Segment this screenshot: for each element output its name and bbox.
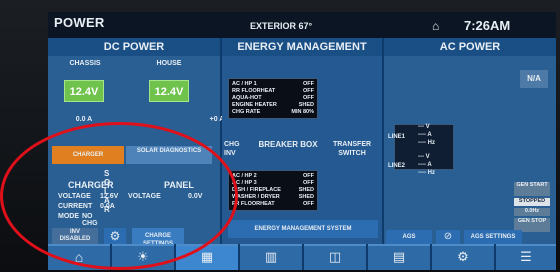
line1-label: LINE1 [388, 134, 406, 140]
line1-hz: ---- Hz [418, 140, 435, 146]
ags-button[interactable]: AGS [386, 230, 432, 244]
dc-power-heading: DC POWER [48, 38, 220, 56]
list-item: AC / HP 1 OFF [232, 81, 314, 87]
ags-settings-button[interactable]: AGS SETTINGS [464, 230, 522, 244]
priority-list-bottom: AC / HP 2 OFF AC / HP 3 OFF DISH / FIREPLA… [228, 170, 318, 211]
energy-management-system-button[interactable]: ENERGY MANAGEMENT SYSTEM [228, 220, 378, 238]
list-item: ENGINE HEATER SHED [232, 102, 314, 108]
ags-toggle-icon[interactable]: ⊘ [436, 230, 460, 244]
list-item: WASHER / DRYER SHED [232, 194, 314, 200]
ac-power-heading: AC POWER [384, 38, 556, 56]
line2-amps: ---- A [418, 162, 432, 168]
gen-start-button[interactable]: GEN START [514, 182, 550, 196]
nav-climate-icon[interactable]: ▤ [368, 244, 430, 270]
nav-shades-icon[interactable]: ▥ [240, 244, 302, 270]
line2-volts: --- V [418, 154, 430, 160]
chg-inv-label: CHG INV [224, 141, 240, 157]
nav-slides-icon[interactable]: ◫ [304, 244, 366, 270]
line2-hz: ---- Hz [418, 170, 435, 176]
exterior-temperature: EXTERIOR 67° [250, 21, 313, 31]
line2-label: LINE2 [388, 163, 406, 169]
nav-settings-icon[interactable]: ⚙ [432, 244, 494, 270]
list-item: CHG RATE MIN 80% [232, 109, 314, 115]
list-item: DISH / FIREPLACE SHED [232, 187, 314, 193]
list-item: AC / HP 3 OFF [232, 180, 314, 186]
chassis-label: CHASSIS [69, 60, 101, 67]
top-bar: POWER EXTERIOR 67° ⌂ 7:26AM [48, 12, 556, 38]
house-label: HOUSE [156, 60, 182, 67]
line1-amps: ---- A [418, 132, 432, 138]
list-item: FR FLOORHEAT OFF [232, 201, 314, 207]
list-item: RR FLOORHEAT OFF [232, 88, 314, 94]
home-icon[interactable]: ⌂ [432, 19, 439, 33]
list-item: AC / HP 2 OFF [232, 173, 314, 179]
breaker-box-label: BREAKER BOX [258, 140, 318, 149]
gen-frequency: 0.0Hz [514, 208, 550, 216]
page-title: POWER [54, 15, 105, 30]
gen-stopped-status: STOPPED [514, 198, 550, 206]
highlight-circle [0, 122, 238, 270]
priority-list-top: AC / HP 1 OFF RR FLOORHEAT OFF AQUA-HOT OFF… [228, 78, 318, 119]
na-indicator: N/A [520, 70, 548, 88]
line1-volts: --- V [418, 124, 430, 130]
list-item: AQUA-HOT OFF [232, 95, 314, 101]
nav-tools-icon[interactable]: ☰ [496, 244, 556, 270]
clock: 7:26AM [464, 18, 511, 33]
energy-management-heading: ENERGY MANAGEMENT [222, 38, 382, 56]
chassis-voltage: 12.4V [64, 80, 104, 102]
house-voltage: 12.4V [149, 80, 189, 102]
transfer-switch-label: TRANSFER SWITCH [332, 141, 372, 157]
